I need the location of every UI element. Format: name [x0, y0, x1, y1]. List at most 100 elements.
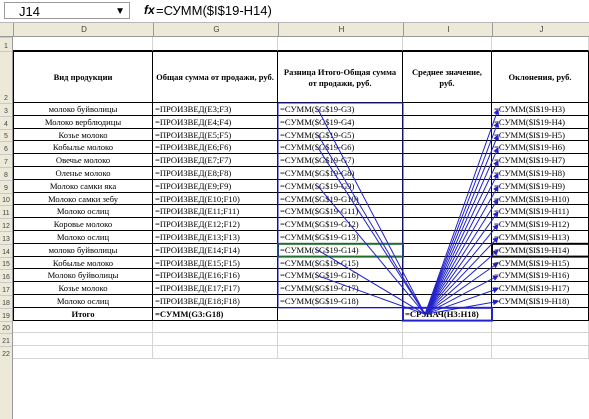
product-name-cell[interactable]: Молоко ослиц — [13, 205, 153, 219]
product-name-cell[interactable]: Молоко буйволицы — [13, 269, 153, 283]
formula-cell[interactable]: =СУММ($G$19-G3) — [278, 103, 403, 116]
formula-cell[interactable]: =СУММ($G$19-G6) — [278, 141, 403, 155]
formula-cell[interactable]: =СУММ($G$19-G13) — [278, 231, 403, 244]
product-name-cell[interactable]: Коровье молоко — [13, 218, 153, 231]
row-header-8[interactable]: 8 — [0, 167, 12, 180]
empty-cell[interactable] — [278, 37, 403, 51]
column-header-j[interactable]: J — [492, 23, 589, 36]
empty-cell[interactable] — [278, 333, 403, 347]
formula-cell[interactable] — [403, 103, 492, 116]
product-name-cell[interactable]: Молоко самки зебу — [13, 192, 153, 206]
formula-cell[interactable]: =СУММ($I$19-H3) — [492, 103, 589, 116]
formula-cell[interactable]: =СУММ($G$19-G14) — [278, 243, 403, 257]
empty-cell[interactable] — [13, 37, 153, 51]
formula-cell[interactable] — [403, 128, 492, 142]
formula-cell[interactable]: =СУММ($G$19-G17) — [278, 282, 403, 295]
formula-cell[interactable]: =СУММ($G$19-G16) — [278, 269, 403, 283]
empty-cell[interactable] — [153, 320, 278, 334]
empty-cell[interactable] — [403, 333, 492, 347]
row-header-17[interactable]: 17 — [0, 282, 12, 295]
header-cell[interactable]: Разница Итого-Общая сумма от продажи, ру… — [278, 51, 403, 103]
total-cell[interactable] — [278, 307, 403, 321]
formula-cell[interactable]: =СУММ($I$19-H10) — [492, 192, 589, 206]
formula-cell[interactable]: =СУММ($I$19-H13) — [492, 231, 589, 244]
formula-cell[interactable]: =СУММ($G$19-G8) — [278, 167, 403, 180]
formula-cell[interactable] — [403, 282, 492, 295]
formula-cell[interactable]: =СУММ($I$19-H16) — [492, 269, 589, 283]
formula-cell[interactable]: =СУММ($I$19-H9) — [492, 179, 589, 193]
formula-cell[interactable]: =СУММ($I$19-H18) — [492, 295, 589, 308]
formula-cell[interactable]: =ПРОИЗВЕД(E14;F14) — [153, 243, 278, 257]
formula-input[interactable]: =СУММ($I$19-H14) — [156, 3, 272, 18]
total-cell[interactable] — [492, 307, 589, 321]
product-name-cell[interactable]: Козье молоко — [13, 128, 153, 142]
row-header-16[interactable]: 16 — [0, 269, 12, 282]
product-name-cell[interactable]: Овечье молоко — [13, 154, 153, 167]
row-header-9[interactable]: 9 — [0, 179, 12, 193]
column-header-i[interactable]: I — [403, 23, 493, 36]
product-name-cell[interactable]: Козье молоко — [13, 282, 153, 295]
row-header-22[interactable]: 22 — [0, 346, 12, 359]
row-header-11[interactable]: 11 — [0, 205, 12, 218]
empty-cell[interactable] — [153, 346, 278, 359]
spreadsheet-grid[interactable]: Вид продукции Общая сумма от продажи, руб… — [13, 37, 589, 419]
empty-cell[interactable] — [492, 37, 589, 51]
row-header-13[interactable]: 13 — [0, 231, 12, 244]
row-header-20[interactable]: 20 — [0, 320, 12, 334]
formula-cell[interactable]: =ПРОИЗВЕД(E3;F3) — [153, 103, 278, 116]
formula-cell[interactable]: =ПРОИЗВЕД(E17;F17) — [153, 282, 278, 295]
formula-cell[interactable]: =СУММ($G$19-G5) — [278, 128, 403, 142]
formula-cell[interactable]: =СУММ($I$19-H14) — [492, 243, 589, 257]
formula-cell[interactable]: =СУММ($I$19-H15) — [492, 256, 589, 270]
formula-cell[interactable]: =СУММ($G$19-G9) — [278, 179, 403, 193]
empty-cell[interactable] — [278, 346, 403, 359]
header-cell[interactable]: Оклонения, руб. — [492, 51, 589, 103]
formula-cell[interactable]: =ПРОИЗВЕД(E16;F16) — [153, 269, 278, 283]
empty-cell[interactable] — [403, 346, 492, 359]
formula-cell[interactable]: =ПРОИЗВЕД(E8;F8) — [153, 167, 278, 180]
row-header-15[interactable]: 15 — [0, 256, 12, 270]
formula-cell[interactable]: =ПРОИЗВЕД(E18;F18) — [153, 295, 278, 308]
name-box-dropdown-icon[interactable]: ▼ — [115, 3, 125, 20]
row-header-12[interactable]: 12 — [0, 218, 12, 231]
row-header-1[interactable]: 1 — [0, 37, 12, 51]
product-name-cell[interactable]: Молоко самки яка — [13, 179, 153, 193]
formula-cell[interactable] — [403, 269, 492, 283]
formula-cell[interactable]: =ПРОИЗВЕД(E10;F10) — [153, 192, 278, 206]
product-name-cell[interactable]: Молоко ослиц — [13, 231, 153, 244]
formula-cell[interactable]: =СУММ($I$19-H12) — [492, 218, 589, 231]
empty-cell[interactable] — [13, 333, 153, 347]
formula-cell[interactable]: =ПРОИЗВЕД(E4;F4) — [153, 115, 278, 129]
empty-cell[interactable] — [13, 320, 153, 334]
formula-cell[interactable]: =СУММ($I$19-H5) — [492, 128, 589, 142]
total-cell[interactable]: =СРЗНАЧ(H3:H18) — [403, 307, 492, 321]
formula-cell[interactable]: =ПРОИЗВЕД(E15;F15) — [153, 256, 278, 270]
fx-icon[interactable]: fx — [144, 3, 155, 17]
empty-cell[interactable] — [278, 320, 403, 334]
formula-cell[interactable] — [403, 167, 492, 180]
empty-cell[interactable] — [403, 37, 492, 51]
formula-cell[interactable]: =СУММ($I$19-H8) — [492, 167, 589, 180]
empty-cell[interactable] — [13, 346, 153, 359]
formula-cell[interactable]: =СУММ($I$19-H4) — [492, 115, 589, 129]
formula-cell[interactable]: =ПРОИЗВЕД(E12;F12) — [153, 218, 278, 231]
name-box[interactable]: J14 ▼ — [4, 2, 130, 19]
formula-cell[interactable]: =СУММ($G$19-G18) — [278, 295, 403, 308]
formula-cell[interactable]: =СУММ($G$19-G4) — [278, 115, 403, 129]
total-cell[interactable]: =СУММ(G3:G18) — [153, 307, 278, 321]
row-header-7[interactable]: 7 — [0, 154, 12, 167]
formula-cell[interactable]: =СУММ($I$19-H7) — [492, 154, 589, 167]
row-header-2[interactable]: 2 — [0, 51, 12, 103]
empty-cell[interactable] — [492, 346, 589, 359]
empty-cell[interactable] — [492, 320, 589, 334]
formula-cell[interactable]: =СУММ($G$19-G10) — [278, 192, 403, 206]
formula-cell[interactable] — [403, 179, 492, 193]
row-header-19[interactable]: 19 — [0, 307, 12, 321]
formula-cell[interactable] — [403, 295, 492, 308]
formula-cell[interactable] — [403, 243, 492, 257]
product-name-cell[interactable]: Кобылье молоко — [13, 256, 153, 270]
formula-cell[interactable] — [403, 205, 492, 219]
formula-cell[interactable] — [403, 231, 492, 244]
formula-cell[interactable]: =СУММ($G$19-G15) — [278, 256, 403, 270]
row-header-6[interactable]: 6 — [0, 141, 12, 154]
